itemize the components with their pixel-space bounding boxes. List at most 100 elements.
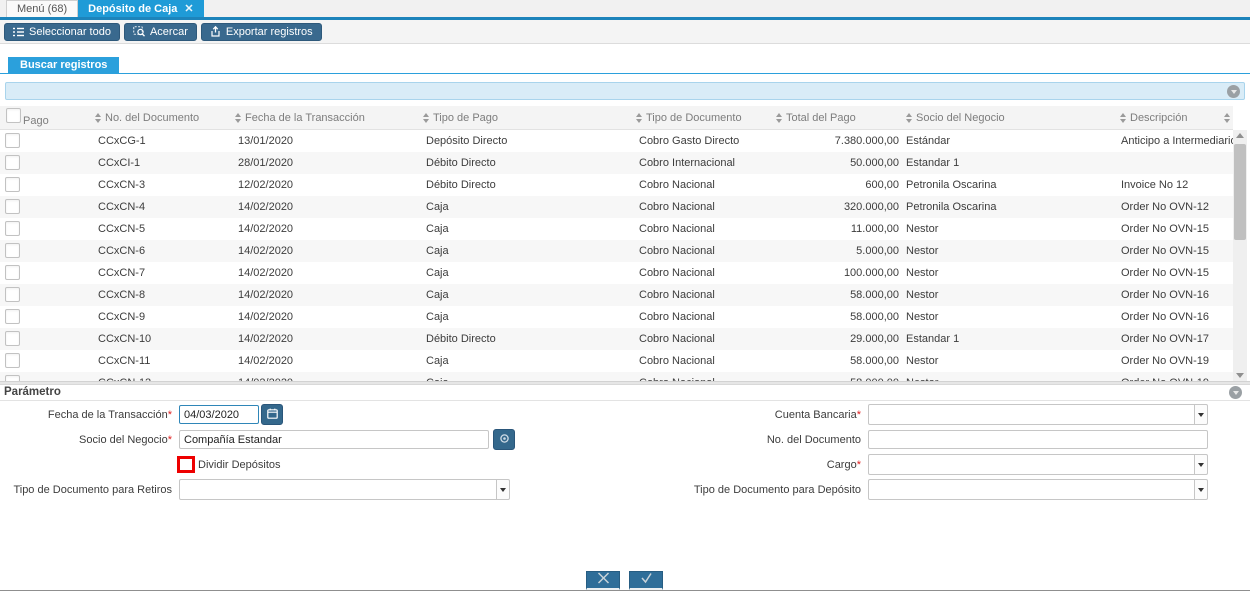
sort-icon[interactable]: [235, 112, 241, 123]
cell-fecha: 13/01/2020: [238, 135, 294, 147]
chevron-down-icon[interactable]: [497, 479, 510, 500]
scroll-up-icon[interactable]: [1236, 133, 1244, 138]
row-checkbox[interactable]: [5, 309, 20, 324]
tab-buscar-registros[interactable]: Buscar registros: [8, 57, 120, 73]
cell-socio-negocio: Nestor: [906, 311, 939, 323]
zoom-label: Acercar: [149, 25, 188, 38]
sort-icon[interactable]: [776, 112, 782, 123]
cancel-x-icon: [597, 571, 610, 589]
column-header[interactable]: Socio del Negocio: [901, 106, 1115, 129]
toolbar: Seleccionar todo Acercar Exportar regist…: [0, 20, 1250, 44]
tipo-doc-retiros-select[interactable]: [179, 479, 510, 500]
table-row[interactable]: CCxCN-9 14/02/2020 Caja Cobro Nacional 5…: [0, 306, 1233, 328]
column-header[interactable]: Tipo de Pago: [418, 106, 631, 129]
scrollbar-thumb[interactable]: [1234, 144, 1246, 240]
fecha-transaccion-label: Fecha de la Transacción*: [47, 408, 172, 421]
search-input[interactable]: [6, 83, 1244, 99]
table-row[interactable]: CCxCG-1 13/01/2020 Depósito Directo Cobr…: [0, 130, 1233, 152]
dividir-depositos-checkbox[interactable]: [177, 456, 195, 473]
tab-menu[interactable]: Menú (68): [6, 0, 79, 17]
table-row[interactable]: CCxCN-4 14/02/2020 Caja Cobro Nacional 3…: [0, 196, 1233, 218]
search-bar: [5, 82, 1245, 100]
row-checkbox[interactable]: [5, 265, 20, 280]
column-header[interactable]: Fecha de la Transacción: [230, 106, 418, 129]
cell-socio-negocio: Nestor: [906, 267, 939, 279]
row-checkbox[interactable]: [5, 331, 20, 346]
chevron-down-circle-icon[interactable]: [1227, 85, 1240, 98]
cell-tipo-pago: Caja: [426, 289, 449, 301]
cuenta-bancaria-input[interactable]: [868, 404, 1195, 425]
cargo-input[interactable]: [868, 454, 1195, 475]
table-row[interactable]: CCxCN-7 14/02/2020 Caja Cobro Nacional 1…: [0, 262, 1233, 284]
tipo-doc-deposito-select[interactable]: [868, 479, 1208, 500]
cell-tipo-documento: Cobro Internacional: [639, 157, 736, 169]
row-checkbox[interactable]: [5, 177, 20, 192]
cell-tipo-documento: Cobro Nacional: [639, 223, 715, 235]
cell-total-pago: 58.000,00: [850, 289, 899, 301]
tipo-doc-deposito-input[interactable]: [868, 479, 1195, 500]
sort-icon[interactable]: [423, 112, 429, 123]
cell-tipo-documento: Cobro Nacional: [639, 355, 715, 367]
row-checkbox[interactable]: [5, 353, 20, 368]
column-label-pago: Pago: [23, 115, 49, 127]
cancel-button[interactable]: [586, 571, 620, 590]
row-checkbox[interactable]: [5, 133, 20, 148]
table-row[interactable]: CCxCN-8 14/02/2020 Caja Cobro Nacional 5…: [0, 284, 1233, 306]
table-row[interactable]: CCxCN-6 14/02/2020 Caja Cobro Nacional 5…: [0, 240, 1233, 262]
column-label: Fecha de la Transacción: [245, 111, 365, 124]
socio-negocio-input[interactable]: [179, 430, 489, 449]
chevron-down-icon[interactable]: [1195, 454, 1208, 475]
select-all-checkbox[interactable]: [6, 108, 21, 123]
table-row[interactable]: CCxCN-12 14/02/2020 Caja Cobro Nacional …: [0, 372, 1233, 381]
sort-icon[interactable]: [1224, 112, 1230, 123]
row-checkbox[interactable]: [5, 199, 20, 214]
tipo-doc-retiros-input[interactable]: [179, 479, 497, 500]
tab-deposito-de-caja[interactable]: Depósito de Caja ✕: [78, 0, 204, 17]
cell-fecha: 14/02/2020: [238, 201, 294, 213]
cell-tipo-pago: Débito Directo: [426, 179, 496, 191]
row-checkbox[interactable]: [5, 243, 20, 258]
cell-socio-negocio: Nestor: [906, 223, 939, 235]
table-row[interactable]: CCxCN-10 14/02/2020 Débito Directo Cobro…: [0, 328, 1233, 350]
table-row[interactable]: CCxCN-5 14/02/2020 Caja Cobro Nacional 1…: [0, 218, 1233, 240]
no-documento-input[interactable]: [868, 430, 1208, 449]
socio-search-button[interactable]: [493, 429, 515, 450]
cuenta-bancaria-select[interactable]: [868, 404, 1208, 425]
cell-descripcion: Invoice No 12: [1121, 179, 1189, 191]
export-records-button[interactable]: Exportar registros: [200, 22, 322, 41]
row-checkbox[interactable]: [5, 287, 20, 302]
table-scrollbar[interactable]: [1233, 130, 1247, 381]
chevron-down-icon[interactable]: [1195, 404, 1208, 425]
table-row[interactable]: CCxCN-11 14/02/2020 Caja Cobro Nacional …: [0, 350, 1233, 372]
cell-tipo-documento: Cobro Nacional: [639, 289, 715, 301]
row-checkbox[interactable]: [5, 221, 20, 236]
sort-icon[interactable]: [636, 112, 642, 123]
row-checkbox[interactable]: [5, 155, 20, 170]
scroll-down-icon[interactable]: [1236, 373, 1244, 378]
column-header[interactable]: Descripción: [1115, 106, 1233, 129]
table-row[interactable]: CCxCN-3 12/02/2020 Débito Directo Cobro …: [0, 174, 1233, 196]
cell-document-no: CCxCN-6: [98, 245, 146, 257]
fecha-transaccion-input[interactable]: [179, 405, 259, 424]
cell-total-pago: 100.000,00: [843, 267, 899, 279]
table-row[interactable]: CCxCI-1 28/01/2020 Débito Directo Cobro …: [0, 152, 1233, 174]
column-header[interactable]: Tipo de Documento: [631, 106, 771, 129]
column-header[interactable]: Total del Pago: [771, 106, 901, 129]
close-icon[interactable]: ✕: [184, 2, 193, 15]
cell-total-pago: 5.000,00: [856, 245, 899, 257]
cell-total-pago: 58.000,00: [850, 311, 899, 323]
sort-icon[interactable]: [1120, 112, 1126, 123]
cell-document-no: CCxCN-5: [98, 223, 146, 235]
zoom-button[interactable]: Acercar: [123, 22, 197, 41]
sort-icon[interactable]: [95, 112, 101, 123]
select-all-button[interactable]: Seleccionar todo: [4, 22, 120, 41]
column-header[interactable]: No. del Documento: [90, 106, 230, 129]
sort-icon[interactable]: [906, 112, 912, 123]
chevron-down-icon[interactable]: [1195, 479, 1208, 500]
calendar-button[interactable]: [261, 404, 283, 425]
chevron-down-circle-icon[interactable]: [1229, 386, 1242, 399]
cell-fecha: 12/02/2020: [238, 179, 294, 191]
cell-tipo-documento: Cobro Nacional: [639, 333, 715, 345]
confirm-button[interactable]: [629, 571, 663, 590]
cargo-select[interactable]: [868, 454, 1208, 475]
